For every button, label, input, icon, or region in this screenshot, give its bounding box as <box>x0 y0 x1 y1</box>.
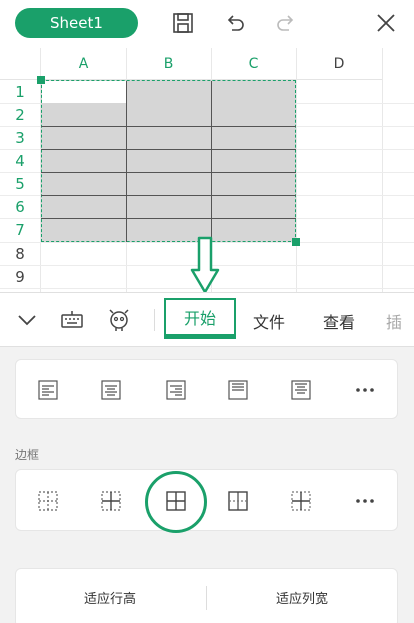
more-icon[interactable] <box>350 486 380 516</box>
chevron-down-icon[interactable] <box>14 307 40 333</box>
fit-column-width-button[interactable]: 适应列宽 <box>276 588 328 607</box>
selection-handle-bottom-right[interactable] <box>292 238 300 246</box>
grid-line <box>296 48 297 292</box>
border-vertical-icon[interactable] <box>286 486 316 516</box>
selection-border <box>211 81 212 242</box>
row-header-9[interactable]: 9 <box>0 265 40 288</box>
toolbar-tabs: 开始 文件 查看 插 <box>0 292 414 347</box>
row-header-4[interactable]: 4 <box>0 149 40 172</box>
column-header-b[interactable]: B <box>126 48 211 80</box>
undo-icon[interactable] <box>222 10 248 36</box>
selection-border <box>41 172 296 173</box>
selection-border <box>41 218 296 219</box>
redo-icon[interactable] <box>273 10 299 36</box>
active-cell[interactable] <box>42 81 126 103</box>
align-left-icon[interactable] <box>33 375 63 405</box>
close-icon[interactable] <box>373 10 399 36</box>
keyboard-icon[interactable] <box>59 307 85 333</box>
align-center-icon[interactable] <box>96 375 126 405</box>
format-panel: 边框 适应行高 适应列宽 <box>0 347 414 623</box>
fit-row-height-button[interactable]: 适应行高 <box>84 588 136 607</box>
tab-start[interactable]: 开始 <box>164 298 236 336</box>
sheet-tab[interactable]: Sheet1 <box>15 8 138 38</box>
selection-border <box>41 149 296 150</box>
tab-insert[interactable]: 插 <box>386 293 414 348</box>
active-tab-indicator <box>164 336 236 339</box>
mascot-icon[interactable] <box>106 307 132 333</box>
border-section-label: 边框 <box>15 448 40 462</box>
align-top-icon[interactable] <box>223 375 253 405</box>
border-none-icon[interactable] <box>33 486 63 516</box>
more-icon[interactable] <box>350 375 380 405</box>
column-header-c[interactable]: C <box>211 48 296 80</box>
top-bar: Sheet1 <box>0 0 414 48</box>
row-header-3[interactable]: 3 <box>0 126 40 149</box>
border-outer-icon[interactable] <box>223 486 253 516</box>
row-header-8[interactable]: 8 <box>0 242 40 265</box>
row-header-5[interactable]: 5 <box>0 172 40 195</box>
border-inner-icon[interactable] <box>96 486 126 516</box>
corner-cell <box>0 48 41 80</box>
highlight-circle <box>145 471 207 533</box>
divider <box>206 586 207 610</box>
row-header-2[interactable]: 2 <box>0 103 40 126</box>
tab-view[interactable]: 查看 <box>316 293 362 348</box>
row-header-6[interactable]: 6 <box>0 195 40 218</box>
selection-border <box>126 81 127 242</box>
alignment-card <box>15 359 398 419</box>
align-middle-icon[interactable] <box>286 375 316 405</box>
selection-border <box>41 195 296 196</box>
annotation-arrow-icon <box>190 236 220 294</box>
divider <box>154 309 155 331</box>
align-right-icon[interactable] <box>161 375 191 405</box>
save-icon[interactable] <box>170 10 196 36</box>
grid-line <box>382 48 383 292</box>
column-header-d[interactable]: D <box>296 48 382 80</box>
row-header-7[interactable]: 7 <box>0 218 40 241</box>
column-header-a[interactable]: A <box>41 48 126 80</box>
tab-file[interactable]: 文件 <box>246 293 292 348</box>
selection-border <box>41 126 296 127</box>
row-header-1[interactable]: 1 <box>0 80 40 103</box>
